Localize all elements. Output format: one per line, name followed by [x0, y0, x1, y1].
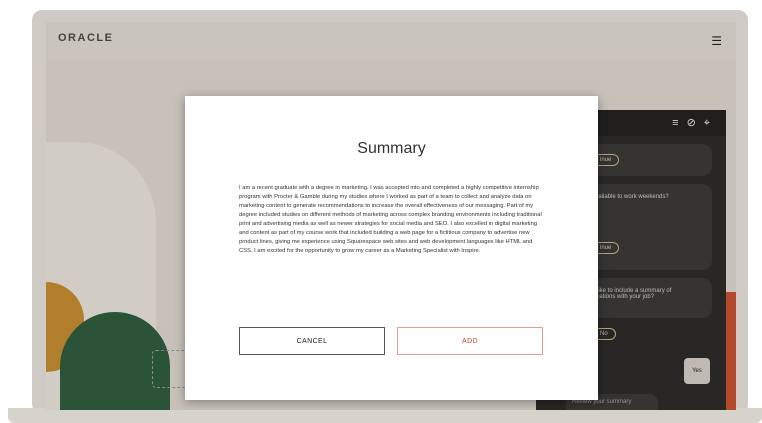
summary-dialog: Summary I am a recent graduate with a de… [185, 96, 598, 400]
dialog-title: Summary [357, 140, 426, 157]
laptop-base [8, 408, 762, 423]
cancel-button[interactable]: CANCEL [239, 327, 385, 355]
summary-text: I am a recent graduate with a degree in … [239, 185, 542, 254]
screen: ORACLE ☰ ≡⊘⌖ inue available to work week… [46, 22, 736, 410]
add-button[interactable]: ADD [397, 327, 543, 355]
